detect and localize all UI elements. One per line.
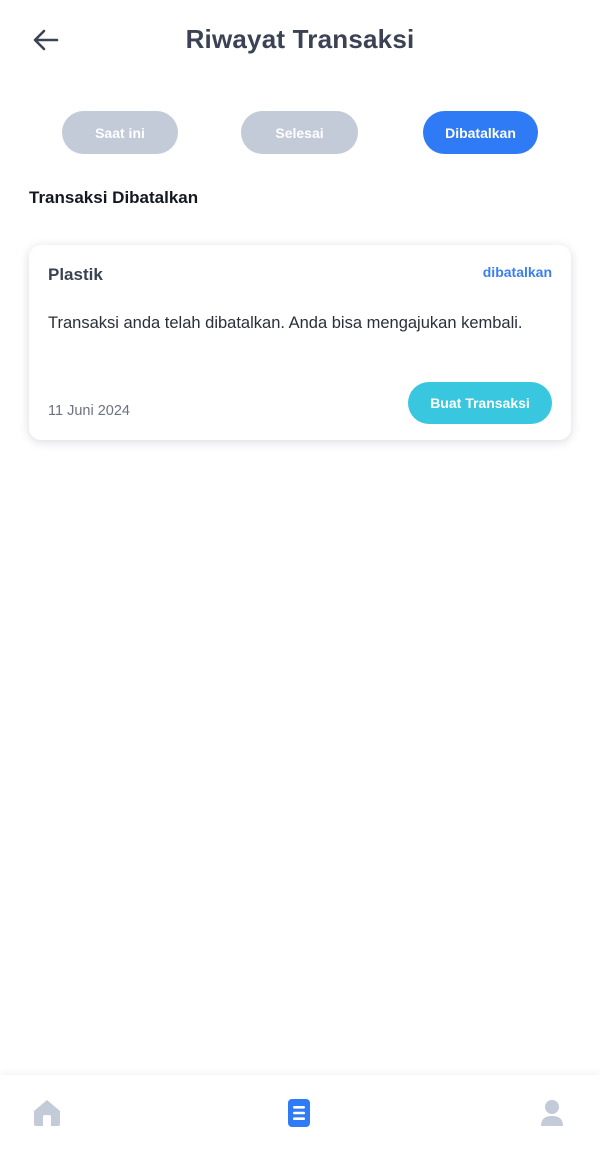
document-list-icon xyxy=(286,1098,312,1133)
section-title: Transaksi Dibatalkan xyxy=(29,188,199,207)
page-title: Riwayat Transaksi xyxy=(185,24,415,54)
app-header: Riwayat Transaksi xyxy=(0,0,600,84)
home-icon xyxy=(31,1098,63,1133)
screen: Riwayat Transaksi Saat ini Selesai Dibat… xyxy=(0,0,600,1151)
nav-home[interactable] xyxy=(29,1099,65,1131)
create-transaction-button[interactable]: Buat Transaksi xyxy=(408,382,552,424)
tab-selesai[interactable]: Selesai xyxy=(241,111,358,154)
transaction-title: Plastik xyxy=(48,265,103,284)
transaction-card: Plastik dibatalkan Transaksi anda telah … xyxy=(29,245,571,440)
status-tabs: Saat ini Selesai Dibatalkan xyxy=(0,111,600,155)
bottom-nav xyxy=(0,1075,600,1151)
nav-history[interactable] xyxy=(281,1098,317,1133)
tab-saat-ini[interactable]: Saat ini xyxy=(62,111,178,154)
user-icon xyxy=(539,1098,565,1133)
transaction-date: 11 Juni 2024 xyxy=(48,403,130,419)
nav-profile[interactable] xyxy=(534,1099,570,1131)
status-badge: dibatalkan xyxy=(482,264,552,280)
transaction-description: Transaksi anda telah dibatalkan. Anda bi… xyxy=(48,314,523,332)
tab-dibatalkan[interactable]: Dibatalkan xyxy=(423,111,538,154)
